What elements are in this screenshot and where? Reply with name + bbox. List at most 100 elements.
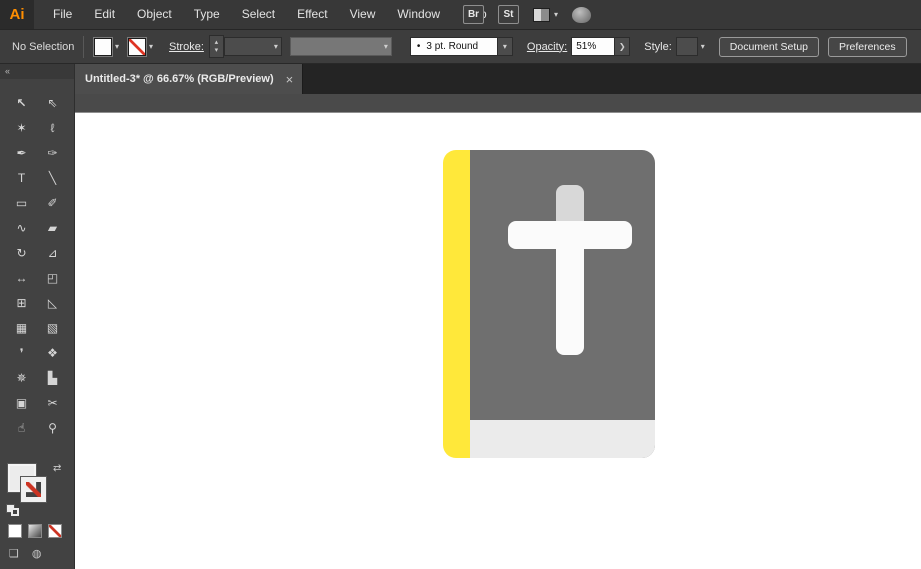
stock-button[interactable]: St <box>498 5 519 24</box>
chevron-down-icon[interactable]: ▾ <box>149 42 153 51</box>
rotate-tool[interactable]: ↻ <box>6 240 37 265</box>
stroke-width-dropdown[interactable]: ▾ <box>223 37 282 56</box>
gradient-button[interactable] <box>28 524 42 538</box>
graphic-style-control[interactable]: ▾ <box>675 37 705 56</box>
style-label[interactable]: Style: <box>644 41 672 53</box>
artboard-tool[interactable]: ▣ <box>6 390 37 415</box>
magic-wand-tool[interactable]: ✶ <box>6 115 37 140</box>
brush-definition-control[interactable]: • 3 pt. Round ▾ <box>409 37 513 56</box>
chevron-down-icon[interactable]: ▾ <box>701 42 705 51</box>
bottom-mode-buttons: ❑ ◍ <box>9 547 41 560</box>
none-button[interactable] <box>48 524 62 538</box>
free-transform-tool[interactable]: ◰ <box>37 265 68 290</box>
width-profile-dropdown[interactable]: ▾ <box>289 37 392 56</box>
bible-spine[interactable] <box>443 150 470 458</box>
menu-type[interactable]: Type <box>183 0 231 29</box>
default-fill-stroke-icon[interactable] <box>6 504 21 517</box>
fill-stroke-indicator: ⇄ <box>0 462 75 522</box>
menu-view[interactable]: View <box>339 0 387 29</box>
chevron-right-icon: ❯ <box>618 41 626 51</box>
chevron-down-icon: ▾ <box>273 41 278 51</box>
stroke-swatch[interactable] <box>128 37 147 56</box>
fill-color-control[interactable]: ▾ <box>94 37 119 56</box>
bible-pages[interactable] <box>470 420 655 458</box>
opacity-label[interactable]: Opacity: <box>527 41 567 53</box>
eraser-tool[interactable]: ▰ <box>37 215 68 240</box>
stroke-label[interactable]: Stroke: <box>169 41 204 53</box>
menu-bar-items: File Edit Object Type Select Effect View Window… <box>42 0 498 29</box>
swap-fill-stroke-icon[interactable]: ⇄ <box>53 463 61 474</box>
arrange-documents-button[interactable]: ▾ <box>533 7 559 22</box>
app-logo: Ai <box>0 0 34 29</box>
collapse-icon: « <box>5 66 11 76</box>
opacity-input[interactable] <box>571 37 616 56</box>
fill-swatch[interactable] <box>94 37 112 56</box>
perspective-grid-tool[interactable]: ◺ <box>37 290 68 315</box>
stepper-up-icon[interactable]: ▴ <box>215 39 219 47</box>
tool-grid: ↖ ⇖ ✶ ℓ ✒ ✑ T ╲ ▭ ✐ ∿ ▰ ↻ ⊿ ↔ ◰ ⊞ ◺ ▦ ▧ ❜ ❖ ✵ ▙ ▣ ✂ ☝ ⚲ <box>0 90 74 440</box>
menu-window[interactable]: Window <box>386 0 451 29</box>
mesh-tool[interactable]: ▦ <box>6 315 37 340</box>
artboard[interactable] <box>75 113 921 569</box>
menu-bar: Ai File Edit Object Type Select Effect View Win… <box>0 0 921 30</box>
chevron-down-icon: ▾ <box>383 41 388 51</box>
curvature-tool[interactable]: ✑ <box>37 140 68 165</box>
draw-modes-button[interactable]: ❑ <box>9 547 19 560</box>
document-tab[interactable]: Untitled-3* @ 66.67% (RGB/Preview) × <box>75 64 303 94</box>
hand-tool[interactable]: ☝ <box>6 415 37 440</box>
stroke-color-control[interactable]: ▾ <box>128 37 153 56</box>
pen-tool[interactable]: ✒ <box>6 140 37 165</box>
control-bar: No Selection ▾ ▾ Stroke: ▴ ▾ ▾ ▾ • 3 pt.… <box>0 30 921 64</box>
rectangle-tool[interactable]: ▭ <box>6 190 37 215</box>
bible-artwork[interactable] <box>443 150 655 458</box>
lasso-tool[interactable]: ℓ <box>37 115 68 140</box>
blend-tool[interactable]: ❖ <box>37 340 68 365</box>
direct-selection-tool[interactable]: ⇖ <box>37 90 68 115</box>
zoom-tool[interactable]: ⚲ <box>37 415 68 440</box>
style-swatch[interactable] <box>675 37 698 56</box>
bridge-button[interactable]: Br <box>463 5 484 24</box>
opacity-control[interactable]: ❯ <box>571 37 631 56</box>
menu-object[interactable]: Object <box>126 0 183 29</box>
line-segment-tool[interactable]: ╲ <box>37 165 68 190</box>
document-setup-button[interactable]: Document Setup <box>718 36 819 57</box>
brush-preview-icon: • <box>416 41 421 52</box>
menu-file[interactable]: File <box>42 0 83 29</box>
mini-stroke-icon <box>11 508 19 516</box>
chevron-down-icon: ▾ <box>502 41 507 51</box>
type-tool[interactable]: T <box>6 165 37 190</box>
selection-tool[interactable]: ↖ <box>6 90 37 115</box>
cross-vertical[interactable] <box>556 225 584 355</box>
column-graph-tool[interactable]: ▙ <box>37 365 68 390</box>
opacity-dropdown-button[interactable]: ❯ <box>615 37 631 56</box>
collapse-panel-button[interactable]: « <box>0 64 74 79</box>
slice-tool[interactable]: ✂ <box>37 390 68 415</box>
shape-builder-tool[interactable]: ⊞ <box>6 290 37 315</box>
width-tool[interactable]: ↔ <box>6 265 37 290</box>
menu-select[interactable]: Select <box>231 0 286 29</box>
color-button[interactable] <box>8 524 22 538</box>
brush-dropdown-button[interactable]: ▾ <box>497 37 513 56</box>
eyedropper-tool[interactable]: ❜ <box>6 340 37 365</box>
document-tab-title: Untitled-3* @ 66.67% (RGB/Preview) <box>85 73 274 85</box>
scale-tool[interactable]: ⊿ <box>37 240 68 265</box>
symbol-sprayer-tool[interactable]: ✵ <box>6 365 37 390</box>
preferences-button[interactable]: Preferences <box>828 36 907 57</box>
app-bar-right: Br St ▾ <box>463 0 592 29</box>
stroke-indicator[interactable] <box>21 477 46 502</box>
gradient-tool[interactable]: ▧ <box>37 315 68 340</box>
chevron-down-icon[interactable]: ▾ <box>115 42 119 51</box>
screen-mode-button[interactable]: ◍ <box>32 547 42 560</box>
stroke-width-stepper[interactable]: ▴ ▾ <box>208 35 224 58</box>
paintbrush-tool[interactable]: ✐ <box>37 190 68 215</box>
brush-definition-field[interactable]: • 3 pt. Round <box>409 37 498 56</box>
share-icon[interactable] <box>572 6 592 23</box>
close-icon[interactable]: × <box>286 72 294 87</box>
stepper-down-icon[interactable]: ▾ <box>215 47 219 55</box>
brush-definition-value: 3 pt. Round <box>426 41 479 52</box>
selection-status: No Selection <box>12 40 75 53</box>
menu-effect[interactable]: Effect <box>286 0 338 29</box>
menu-edit[interactable]: Edit <box>83 0 126 29</box>
chevron-down-icon: ▾ <box>554 9 559 19</box>
shaper-tool[interactable]: ∿ <box>6 215 37 240</box>
